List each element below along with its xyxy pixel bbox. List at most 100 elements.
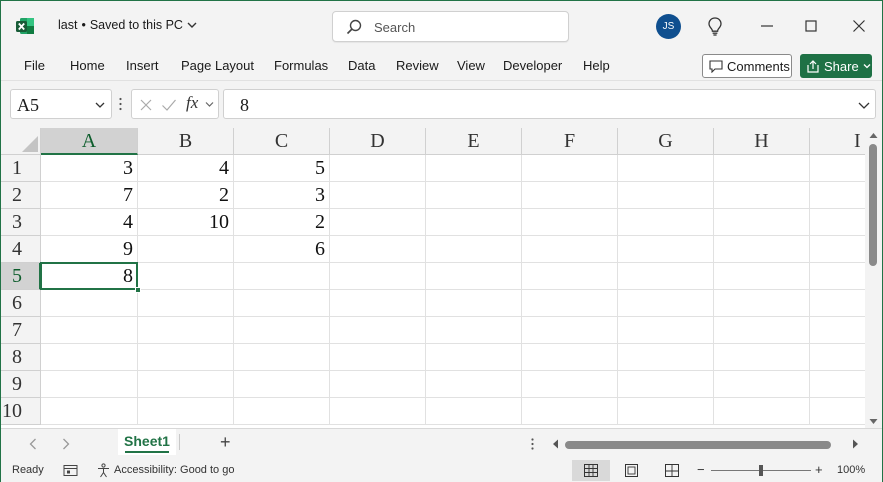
page-layout-view-icon[interactable]: [625, 464, 638, 477]
vertical-dots-icon[interactable]: [531, 438, 534, 450]
menu-data[interactable]: Data: [348, 58, 375, 73]
cell-d4[interactable]: [330, 236, 426, 263]
cell-f6[interactable]: [522, 290, 618, 317]
tab-scroll-left-icon[interactable]: [29, 438, 37, 450]
column-header-h[interactable]: H: [714, 128, 810, 155]
cell-h10[interactable]: [714, 398, 810, 425]
formula-input[interactable]: 8: [223, 89, 876, 119]
cell-h5[interactable]: [714, 263, 810, 290]
search-box[interactable]: Search: [332, 11, 569, 42]
row-header-3[interactable]: 3: [1, 209, 41, 236]
row-header-8[interactable]: 8: [1, 344, 41, 371]
cell-a1[interactable]: 3: [41, 155, 138, 182]
cell-b9[interactable]: [138, 371, 234, 398]
column-header-d[interactable]: D: [330, 128, 426, 155]
cell-i2[interactable]: [810, 182, 865, 209]
row-header-5[interactable]: 5: [1, 263, 41, 290]
sheet-tab-sheet1[interactable]: Sheet1: [118, 429, 176, 455]
cell-b10[interactable]: [138, 398, 234, 425]
cell-i6[interactable]: [810, 290, 865, 317]
cell-i4[interactable]: [810, 236, 865, 263]
row-header-10[interactable]: 10: [1, 398, 41, 425]
enter-check-icon[interactable]: [161, 98, 177, 112]
cell-g10[interactable]: [618, 398, 714, 425]
menu-developer[interactable]: Developer: [503, 58, 562, 73]
cell-c2[interactable]: 3: [234, 182, 330, 209]
document-title[interactable]: last • Saved to this PC: [58, 18, 197, 32]
cell-d7[interactable]: [330, 317, 426, 344]
cell-g4[interactable]: [618, 236, 714, 263]
cell-a8[interactable]: [41, 344, 138, 371]
cell-e10[interactable]: [426, 398, 522, 425]
cell-f5[interactable]: [522, 263, 618, 290]
cell-h7[interactable]: [714, 317, 810, 344]
tab-scroll-right-icon[interactable]: [62, 438, 70, 450]
cell-b3[interactable]: 10: [138, 209, 234, 236]
cell-c3[interactable]: 2: [234, 209, 330, 236]
cell-a9[interactable]: [41, 371, 138, 398]
cell-i5[interactable]: [810, 263, 865, 290]
cell-h8[interactable]: [714, 344, 810, 371]
cell-f7[interactable]: [522, 317, 618, 344]
zoom-slider-thumb[interactable]: [759, 465, 763, 476]
cancel-icon[interactable]: [139, 98, 153, 112]
close-icon[interactable]: [848, 15, 870, 37]
cell-e6[interactable]: [426, 290, 522, 317]
column-header-f[interactable]: F: [522, 128, 618, 155]
row-header-9[interactable]: 9: [1, 371, 41, 398]
fill-handle[interactable]: [135, 287, 141, 293]
column-header-a[interactable]: A: [41, 128, 138, 155]
cell-i7[interactable]: [810, 317, 865, 344]
row-header-6[interactable]: 6: [1, 290, 41, 317]
cell-e4[interactable]: [426, 236, 522, 263]
cell-a3[interactable]: 4: [41, 209, 138, 236]
menu-home[interactable]: Home: [70, 58, 105, 73]
cell-f9[interactable]: [522, 371, 618, 398]
cell-e8[interactable]: [426, 344, 522, 371]
scroll-down-icon[interactable]: [869, 418, 878, 425]
worksheet-grid[interactable]: A B C D E F G H I 1 2 3 4 5 6 7 8 9 10 3…: [1, 128, 865, 428]
share-button[interactable]: Share: [800, 54, 872, 78]
column-header-i[interactable]: I: [810, 128, 865, 155]
expand-formula-bar-icon[interactable]: [858, 100, 870, 110]
menu-page-layout[interactable]: Page Layout: [181, 58, 254, 73]
column-header-c[interactable]: C: [234, 128, 330, 155]
vertical-scrollbar[interactable]: [865, 128, 882, 428]
cell-b6[interactable]: [138, 290, 234, 317]
column-header-g[interactable]: G: [618, 128, 714, 155]
cell-a7[interactable]: [41, 317, 138, 344]
cell-f1[interactable]: [522, 155, 618, 182]
cell-b7[interactable]: [138, 317, 234, 344]
row-header-1[interactable]: 1: [1, 155, 41, 182]
cell-d8[interactable]: [330, 344, 426, 371]
cell-d2[interactable]: [330, 182, 426, 209]
column-header-e[interactable]: E: [426, 128, 522, 155]
cell-d6[interactable]: [330, 290, 426, 317]
cell-g9[interactable]: [618, 371, 714, 398]
menu-help[interactable]: Help: [583, 58, 610, 73]
cell-d9[interactable]: [330, 371, 426, 398]
horizontal-scroll-thumb[interactable]: [565, 441, 831, 449]
cell-h1[interactable]: [714, 155, 810, 182]
cell-i1[interactable]: [810, 155, 865, 182]
cell-a6[interactable]: [41, 290, 138, 317]
comments-button[interactable]: Comments: [702, 54, 792, 78]
cell-e2[interactable]: [426, 182, 522, 209]
cell-i10[interactable]: [810, 398, 865, 425]
cell-d3[interactable]: [330, 209, 426, 236]
cell-i9[interactable]: [810, 371, 865, 398]
cell-c8[interactable]: [234, 344, 330, 371]
cell-b5[interactable]: [138, 263, 234, 290]
insert-function-button[interactable]: fx: [186, 93, 198, 113]
name-box[interactable]: A5: [10, 89, 112, 119]
cell-e5[interactable]: [426, 263, 522, 290]
row-header-7[interactable]: 7: [1, 317, 41, 344]
cell-d10[interactable]: [330, 398, 426, 425]
lightbulb-icon[interactable]: [704, 15, 726, 37]
minimize-icon[interactable]: [756, 15, 778, 37]
cell-b2[interactable]: 2: [138, 182, 234, 209]
menu-file[interactable]: File: [24, 58, 45, 73]
macro-recording-icon[interactable]: [63, 464, 78, 477]
cell-c5[interactable]: [234, 263, 330, 290]
accessibility-icon[interactable]: [96, 463, 111, 478]
